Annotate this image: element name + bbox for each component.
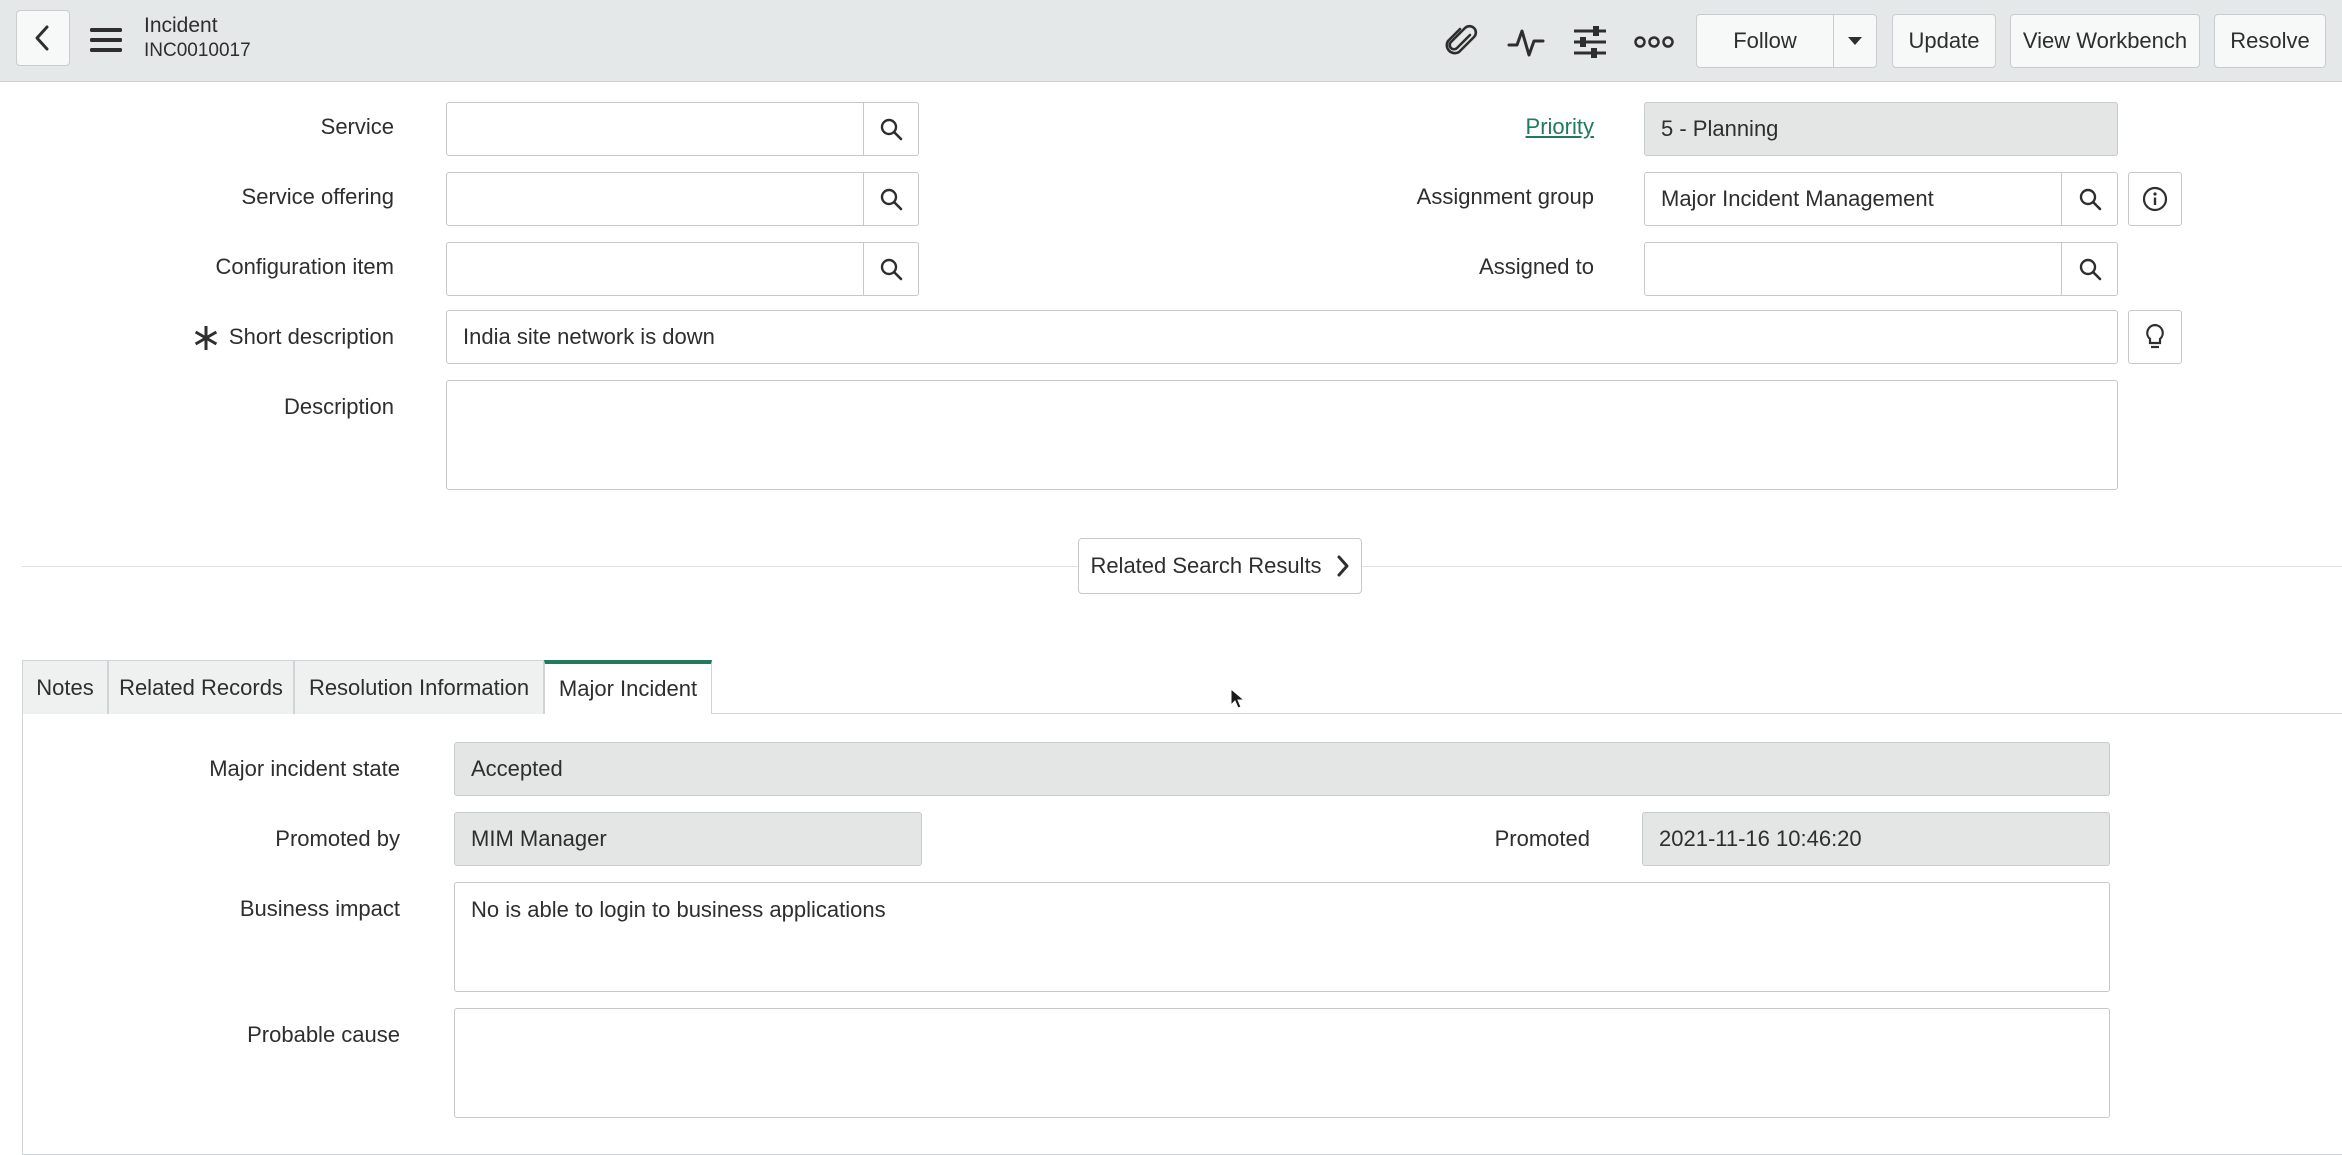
search-icon [880, 118, 903, 141]
mouse-cursor-icon [1230, 687, 1246, 710]
update-label: Update [1908, 28, 1980, 53]
related-search-results-label: Related Search Results [1090, 553, 1322, 578]
probable-cause-textarea[interactable] [454, 1008, 2110, 1118]
configuration-item-lookup-button[interactable] [863, 242, 919, 296]
chevron-right-icon [1337, 555, 1349, 577]
configuration-item-input[interactable] [446, 242, 864, 296]
hamburger-menu-icon[interactable] [86, 22, 126, 58]
view-workbench-label: View Workbench [2022, 28, 2188, 53]
related-search-results-button[interactable]: Related Search Results [1078, 538, 1362, 594]
assigned-to-lookup-button[interactable] [2061, 242, 2118, 296]
assigned-to-label: Assigned to [1479, 254, 1594, 279]
tab-major-incident[interactable]: Major Incident [544, 660, 712, 714]
service-offering-lookup-button[interactable] [863, 172, 919, 226]
view-workbench-button[interactable]: View Workbench [2010, 14, 2200, 68]
follow-button[interactable]: Follow [1696, 14, 1834, 68]
chevron-left-icon [35, 25, 49, 51]
priority-field: 5 - Planning [1644, 102, 2118, 156]
assignment-group-input[interactable]: Major Incident Management [1644, 172, 2062, 226]
description-label: Description [283, 394, 394, 419]
update-button[interactable]: Update [1892, 14, 1996, 68]
settings-sliders-icon[interactable] [1568, 20, 1612, 64]
form-header: Incident INC0010017 Follow Update View W… [0, 0, 2342, 82]
major-incident-state-label: Major incident state [209, 756, 400, 781]
search-icon [880, 258, 903, 281]
lightbulb-icon [2146, 323, 2164, 349]
follow-label: Follow [1733, 28, 1797, 53]
resolve-label: Resolve [2230, 28, 2310, 53]
assignment-group-info-button[interactable] [2128, 172, 2182, 226]
service-offering-input[interactable] [446, 172, 864, 226]
assigned-to-input[interactable] [1644, 242, 2062, 296]
follow-dropdown-button[interactable] [1833, 14, 1877, 68]
service-label: Service [320, 114, 394, 139]
back-button[interactable] [16, 10, 70, 66]
search-icon [880, 188, 903, 211]
tab-related-records[interactable]: Related Records [108, 660, 294, 714]
paperclip-icon[interactable] [1440, 20, 1484, 64]
suggestion-lightbulb-button[interactable] [2128, 310, 2182, 364]
priority-link[interactable]: Priority [1526, 114, 1594, 140]
business-impact-label: Business impact [239, 896, 400, 921]
short-description-label: Short description [228, 324, 394, 349]
record-number: INC0010017 [144, 40, 251, 61]
search-icon [2079, 188, 2101, 211]
promoted-by-label: Promoted by [275, 826, 400, 851]
service-input[interactable] [446, 102, 864, 156]
assignment-group-lookup-button[interactable] [2061, 172, 2118, 226]
search-icon [2079, 258, 2101, 281]
tab-resolution-information[interactable]: Resolution Information [294, 660, 544, 714]
caret-down-icon [1848, 37, 1862, 45]
business-impact-textarea[interactable]: No is able to login to business applicat… [454, 882, 2110, 992]
promoted-by-field: MIM Manager [454, 812, 922, 866]
more-options-icon[interactable] [1632, 20, 1676, 64]
description-textarea[interactable] [446, 380, 2118, 490]
promoted-label: Promoted [1494, 826, 1590, 851]
assignment-group-label: Assignment group [1416, 184, 1594, 209]
resolve-button[interactable]: Resolve [2214, 14, 2326, 68]
mandatory-asterisk-icon [192, 324, 220, 352]
service-offering-label: Service offering [241, 184, 394, 209]
probable-cause-label: Probable cause [247, 1022, 400, 1047]
configuration-item-label: Configuration item [215, 254, 394, 279]
service-lookup-button[interactable] [863, 102, 919, 156]
info-icon [2142, 186, 2168, 212]
promoted-field: 2021-11-16 10:46:20 [1642, 812, 2110, 866]
activity-pulse-icon[interactable] [1504, 20, 1548, 64]
record-type: Incident [144, 14, 218, 37]
major-incident-state-field: Accepted [454, 742, 2110, 796]
tab-notes[interactable]: Notes [22, 660, 108, 714]
short-description-input[interactable]: India site network is down [446, 310, 2118, 364]
